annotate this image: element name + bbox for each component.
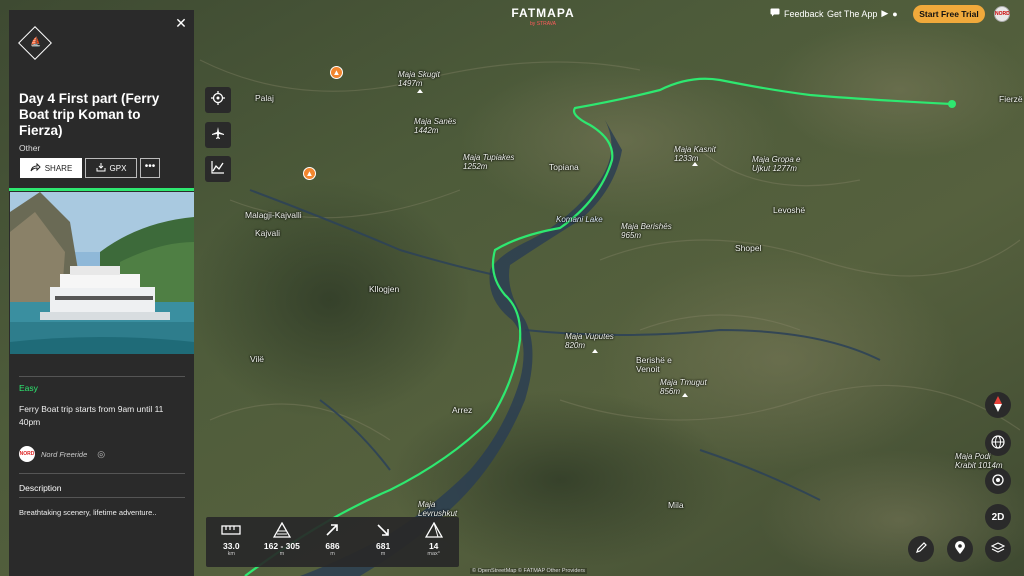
- add-marker-button[interactable]: [947, 536, 973, 562]
- locate-button[interactable]: [205, 87, 231, 113]
- map-attribution[interactable]: © OpenStreetMap © FATMAP Other Providers: [470, 568, 588, 574]
- peak-marker-icon: [682, 393, 688, 397]
- app-root: Maja Skugit 1497m Maja Sanës 1442m Maja …: [0, 0, 1024, 576]
- descent-icon: [360, 521, 406, 539]
- activity-logo-icon: ⛵: [18, 26, 52, 60]
- gpx-label: GPX: [109, 163, 127, 173]
- more-options-button[interactable]: •••: [140, 158, 160, 178]
- share-icon: [30, 162, 41, 174]
- hut-poi-icon[interactable]: ▲: [303, 167, 316, 180]
- action-row: SHARE GPX •••: [20, 158, 160, 178]
- difficulty-label: Easy: [19, 383, 38, 393]
- divider: [19, 497, 185, 498]
- view-mode-2d-button[interactable]: 2D: [985, 504, 1011, 530]
- map-pin-add-icon: [954, 540, 967, 558]
- place-label: Levoshë: [773, 205, 806, 215]
- route-panel: ✕ ⛵ Day 4 First part (Ferry Boat trip Ko…: [9, 10, 194, 576]
- author-name[interactable]: Nord Freeride: [41, 450, 87, 459]
- place-label: Mila: [668, 500, 684, 510]
- ascent-icon: [309, 521, 355, 539]
- author-logo: NORD: [19, 446, 35, 462]
- draw-route-button[interactable]: [908, 536, 934, 562]
- close-icon[interactable]: ✕: [174, 16, 188, 30]
- peak-marker-icon: [592, 349, 598, 353]
- share-button[interactable]: SHARE: [20, 158, 82, 178]
- airplane-icon: [211, 126, 225, 145]
- divider: [19, 473, 185, 474]
- place-label: Topiana: [549, 162, 579, 172]
- stat-descent: 681 m: [360, 521, 406, 557]
- globe-icon[interactable]: ◎: [97, 449, 105, 460]
- place-label: Kllogjen: [369, 284, 400, 294]
- get-app-button[interactable]: Get The App ▶ ●: [827, 8, 898, 19]
- compass-button[interactable]: [985, 392, 1011, 418]
- chat-icon: [770, 8, 780, 19]
- peak-label: Maja Gropa e Ujkut 1277m: [752, 155, 801, 173]
- peak-label: Maja Sanës 1442m: [414, 117, 457, 135]
- place-label: Shopel: [735, 243, 762, 253]
- layers-icon: [990, 541, 1006, 558]
- top-bar: FATMAPA by STRAVA Feedback Get The App ▶…: [195, 0, 1024, 28]
- route-type: Other: [19, 143, 41, 153]
- lake-label: Komani Lake: [556, 215, 603, 224]
- route-photo[interactable]: [10, 192, 194, 354]
- place-label: Vilë: [250, 354, 265, 364]
- peak-marker-icon: [692, 162, 698, 166]
- hut-poi-icon[interactable]: ▲: [330, 66, 343, 79]
- place-label: Palaj: [255, 93, 274, 103]
- description-text: Breathtaking scenery, lifetime adventure…: [19, 508, 157, 517]
- chart-icon: [211, 160, 225, 179]
- apple-icon: ●: [892, 8, 898, 19]
- avatar[interactable]: NORD: [994, 6, 1010, 22]
- place-label: Berishë e Venoit: [636, 355, 672, 374]
- author-row[interactable]: NORD Nord Freeride ◎: [19, 446, 105, 462]
- peak-label: Maja Skugit 1497m: [398, 70, 440, 88]
- description-heading: Description: [19, 483, 62, 493]
- pencil-icon: [915, 541, 928, 557]
- route-color-bar: [9, 188, 194, 191]
- place-label: Fierzë: [999, 94, 1023, 104]
- start-trial-button[interactable]: Start Free Trial: [913, 5, 985, 23]
- compass-icon: [992, 395, 1004, 415]
- peak-label: Maja Kasnit 1233m: [674, 145, 716, 163]
- download-icon: [96, 162, 106, 174]
- share-label: SHARE: [44, 163, 73, 173]
- divider: [19, 376, 185, 377]
- peak-marker-icon: [417, 89, 423, 93]
- play-store-icon: ▶: [881, 8, 889, 18]
- distance-icon: [208, 521, 254, 539]
- short-description: Ferry Boat trip starts from 9am until 11…: [19, 404, 164, 427]
- route-stats-bar: 33.0 km 162 - 305 m 686 m 681 m 14 max°: [206, 517, 459, 567]
- route-title: Day 4 First part (Ferry Boat trip Koman …: [19, 91, 160, 138]
- map-layers-button[interactable]: [985, 536, 1011, 562]
- location-target-icon: [991, 473, 1005, 490]
- stat-distance: 33.0 km: [208, 521, 254, 557]
- feedback-button[interactable]: Feedback: [770, 8, 824, 19]
- locate-icon: [211, 90, 225, 110]
- peak-label: Maja Tupiakes 1252m: [463, 153, 515, 171]
- stat-elevation-range: 162 - 305 m: [259, 521, 305, 557]
- globe-view-button[interactable]: [985, 430, 1011, 456]
- gpx-download-button[interactable]: GPX: [85, 158, 137, 178]
- get-app-label: Get The App: [827, 8, 878, 19]
- place-label: Arrez: [452, 405, 473, 415]
- slope-icon: [411, 521, 457, 539]
- flyover-button[interactable]: [205, 122, 231, 148]
- peak-label: Maja Berishës 965m: [621, 222, 672, 240]
- globe-icon: [991, 434, 1005, 452]
- place-label: Malagji-Kajvalli: [245, 210, 302, 220]
- place-label: Kajvali: [255, 228, 281, 238]
- my-location-button[interactable]: [985, 468, 1011, 494]
- elevation-range-icon: [259, 521, 305, 539]
- stat-ascent: 686 m: [309, 521, 355, 557]
- fatmap-logo[interactable]: FATMAPA by STRAVA: [508, 6, 578, 27]
- stat-slope: 14 max°: [411, 521, 457, 557]
- peak-label: Maja Vuputes 820m: [565, 332, 614, 350]
- elevation-profile-button[interactable]: [205, 156, 231, 182]
- peak-label: Maja Levrushkut: [418, 500, 458, 518]
- feedback-label: Feedback: [784, 8, 824, 19]
